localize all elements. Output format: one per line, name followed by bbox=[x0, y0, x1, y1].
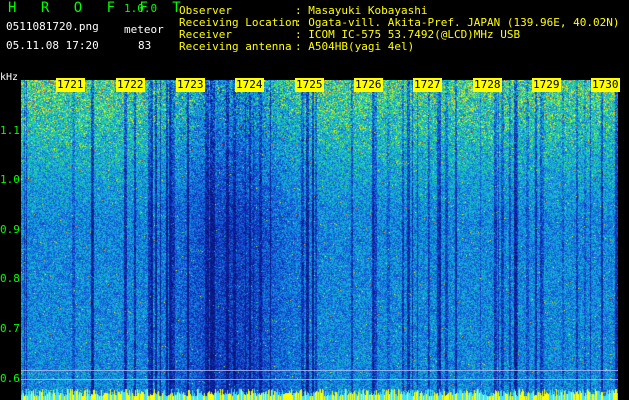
time-tick-label: 1730 bbox=[591, 78, 620, 92]
time-tick-label: 1727 bbox=[413, 78, 442, 92]
y-axis-unit: kHz bbox=[0, 72, 19, 83]
y-tick-label: 0.9 bbox=[0, 223, 20, 236]
y-tick-label: 0.7 bbox=[0, 322, 20, 335]
info-observer-value: : Masayuki Kobayashi bbox=[295, 4, 428, 17]
time-tick-label: 1728 bbox=[473, 78, 502, 92]
info-location-label: Receiving Location bbox=[179, 16, 299, 29]
time-tick-label: 1729 bbox=[532, 78, 561, 92]
time-tick-label: 1725 bbox=[295, 78, 324, 92]
info-antenna-label: Receiving antenna bbox=[179, 40, 292, 53]
time-tick-label: 1724 bbox=[235, 78, 264, 92]
meteor-count: 83 bbox=[138, 39, 152, 52]
reference-line bbox=[21, 379, 618, 380]
y-tick-label: 0.8 bbox=[0, 272, 20, 285]
time-tick-label: 1723 bbox=[176, 78, 205, 92]
info-location-value: : Ogata-vill. Akita-Pref. JAPAN (139.96E… bbox=[295, 16, 620, 29]
reference-line bbox=[21, 370, 618, 371]
info-receiver-value: : ICOM IC-575 53.7492(@LCD)MHz USB bbox=[295, 28, 521, 41]
y-tick-label: 0.6 bbox=[0, 372, 20, 385]
time-tick-label: 1721 bbox=[56, 78, 85, 92]
info-receiver-label: Receiver bbox=[179, 28, 232, 41]
time-tick-label: 1722 bbox=[116, 78, 145, 92]
info-antenna-value: : A504HB(yagi 4el) bbox=[295, 40, 415, 53]
app-version: 1.0.0 bbox=[124, 2, 158, 15]
spectrogram-canvas bbox=[21, 80, 618, 400]
y-tick-label: 1.1 bbox=[0, 124, 20, 137]
datetime-stamp: 05.11.08 17:20 bbox=[6, 39, 99, 52]
image-filename: 0511081720.png bbox=[6, 20, 99, 33]
info-observer-label: Observer bbox=[179, 4, 232, 17]
detection-mode: meteor bbox=[124, 23, 164, 36]
time-tick-label: 1726 bbox=[354, 78, 383, 92]
app-title: H R O F F T bbox=[8, 0, 189, 16]
y-tick-label: 1.0 bbox=[0, 173, 20, 186]
header-panel: H R O F F T 1.0.0 0511081720.png meteor … bbox=[0, 0, 629, 78]
